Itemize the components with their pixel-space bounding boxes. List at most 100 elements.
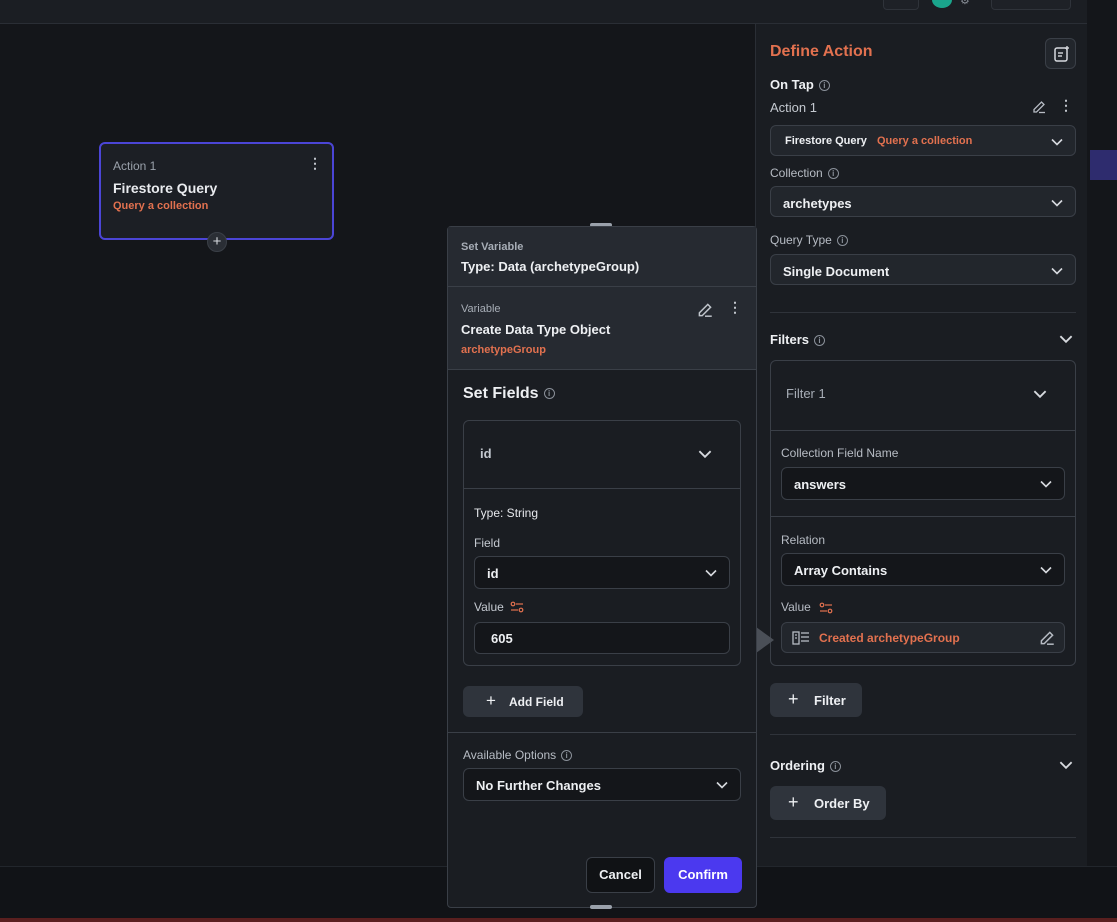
info-icon[interactable]: i [543,388,555,400]
chevron-down-icon [1051,267,1063,275]
collection-field-select[interactable]: answers [781,467,1065,500]
add-node-icon[interactable]: + [207,232,227,252]
filter-value-box[interactable]: Created archetypeGroup [781,622,1065,653]
collection-select[interactable]: archetypes [770,186,1076,217]
more-vertical-icon[interactable]: ⋮ [728,300,742,314]
chevron-down-icon [1040,480,1052,488]
filters-label: Filters [770,332,810,347]
value-label: Value [781,600,833,614]
variable-subtitle: archetypeGroup [461,344,546,356]
info-icon[interactable]: i [561,750,573,762]
plus-icon: + [486,691,496,710]
relation-label: Relation [781,533,826,547]
collection-value: archetypes [783,196,852,211]
drag-handle-bottom[interactable] [590,905,612,909]
documentation-button[interactable] [1045,38,1076,69]
node-label: Action 1 [113,159,157,173]
collection-field-value: answers [794,477,847,492]
chevron-down-icon [1051,199,1063,207]
collection-field-name-label: Collection Field Name [781,446,899,460]
panel-divider [448,732,756,733]
action-type-primary: Firestore Query [785,135,867,147]
chevron-down-icon[interactable] [696,445,714,463]
bottom-accent-line [0,918,1117,922]
field-card-header[interactable]: id [464,421,740,489]
value-label: Value [474,600,504,614]
edit-pencil-icon[interactable] [1031,99,1047,115]
collection-label-text: Collection [770,166,823,180]
order-by-label: Order By [814,796,870,811]
add-field-button[interactable]: + Add Field [463,686,583,717]
info-icon[interactable]: i [827,168,839,180]
field-select-value: id [487,566,499,581]
filter-header[interactable]: Filter 1 [771,361,1075,431]
value-input-text: 605 [491,631,513,646]
variable-kicker: Variable [461,303,501,315]
ordering-header[interactable]: Ordering i [770,758,841,773]
edit-pencil-icon[interactable] [696,301,714,319]
gutter-accent [1090,150,1117,180]
info-icon[interactable]: i [818,80,830,92]
chevron-down-icon[interactable] [1057,330,1075,348]
set-variable-kicker: Set Variable [461,241,524,253]
section-divider [770,734,1076,735]
set-variable-panel: Set Variable Type: Data (archetypeGroup)… [447,226,757,908]
relation-select[interactable]: Array Contains [781,553,1065,586]
relation-value: Array Contains [794,563,888,578]
edit-pencil-icon[interactable] [1038,629,1056,647]
section-divider [770,837,1076,838]
chevron-down-icon[interactable] [1031,385,1049,403]
collection-label: Collection i [770,166,839,180]
status-indicator-icon [932,0,952,8]
info-icon[interactable]: i [814,335,826,347]
info-icon[interactable]: i [836,235,848,247]
add-filter-button[interactable]: + Filter [770,683,862,717]
filter-value-text: Created archetypeGroup [819,631,960,645]
order-by-button[interactable]: + Order By [770,786,886,820]
add-filter-label: Filter [814,693,846,708]
set-fields-title: Set Fields i [463,385,555,403]
chevron-down-icon [1040,566,1052,574]
more-vertical-icon[interactable]: ⋮ [1059,98,1073,112]
connector-pointer [756,627,774,653]
plus-icon: + [788,792,799,812]
action-type-select[interactable]: Firestore Query Query a collection [770,125,1076,156]
field-label: Field [474,536,501,550]
node-subtitle: Query a collection [113,200,209,212]
bug-icon[interactable]: ⚙ [960,0,976,7]
query-type-select[interactable]: Single Document [770,254,1076,285]
available-options-value: No Further Changes [476,778,601,793]
chevron-down-icon [1051,138,1063,146]
query-type-label-text: Query Type [770,233,832,247]
field-select[interactable]: id [474,556,730,589]
field-name: id [480,446,492,461]
query-type-label: Query Type i [770,233,848,247]
value-input[interactable]: 605 [474,622,730,654]
define-action-panel: Define Action On Tap i Action 1 ⋮ Firesto… [755,24,1087,866]
ordering-label: Ordering [770,758,825,773]
query-type-value: Single Document [783,264,890,279]
field-card: id Type: String Field id Value 605 [463,420,741,666]
top-toolbar: ⚙ [0,0,1087,24]
more-vertical-icon[interactable]: ⋮ [308,156,322,170]
info-icon[interactable]: i [829,761,841,773]
on-tap-label: On Tap i [770,77,830,92]
set-fields-text: Set Fields [463,385,539,402]
action-name: Action 1 [770,100,817,115]
variable-settings-icon[interactable] [510,601,524,613]
confirm-button[interactable]: Confirm [664,857,742,893]
data-object-icon [792,631,809,645]
variable-settings-icon[interactable] [819,602,833,614]
node-title: Firestore Query [113,180,218,196]
chevron-down-icon [705,569,717,577]
set-variable-type: Type: Data (archetypeGroup) [461,259,640,274]
field-type: Type: String [474,506,539,520]
available-options-select[interactable]: No Further Changes [463,768,741,801]
toolbar-dropdown-button[interactable] [883,0,919,10]
filters-header[interactable]: Filters i [770,332,826,347]
chevron-down-icon[interactable] [1057,756,1075,774]
add-field-label: Add Field [509,695,564,709]
toolbar-action-button[interactable] [991,0,1071,10]
cancel-button[interactable]: Cancel [586,857,655,893]
action-node[interactable]: Action 1 Firestore Query Query a collect… [99,142,334,252]
